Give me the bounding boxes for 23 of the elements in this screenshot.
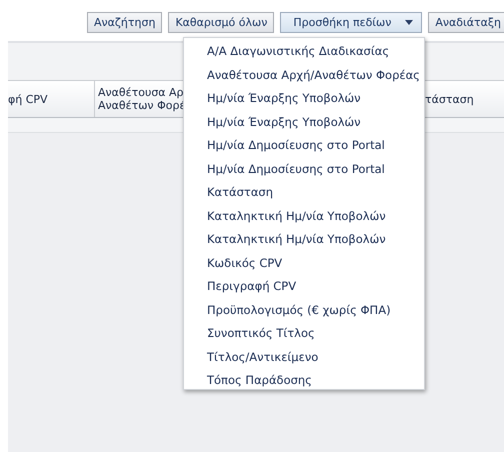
menu-item[interactable]: Ημ/νία Έναρξης Υποβολών [184, 112, 424, 135]
menu-item[interactable]: Περιγραφή CPV [184, 276, 424, 300]
menu-item[interactable]: Ημ/νία Δημοσίευσης στο Portal [184, 158, 424, 182]
column-header: φή CPV [8, 81, 95, 117]
menu-item[interactable]: Αναθέτουσα Αρχή/Αναθέτων Φορέας [184, 64, 424, 88]
caret-icon [405, 20, 414, 25]
toolbar-button[interactable]: Αναδιάταξη [428, 12, 504, 33]
column-header: Αναθέτουσα Αρ Αναθέτων Φορέ [97, 85, 183, 114]
menu-item[interactable]: Ημ/νία Δημοσίευσης στο Portal [184, 135, 424, 158]
menu-item[interactable]: Καταληκτική Ημ/νία Υποβολών [184, 229, 424, 252]
menu-item[interactable]: Κατάσταση [184, 182, 424, 206]
toolbar-button[interactable]: Καθαρισμό όλων [168, 12, 274, 33]
menu-item[interactable]: Ημ/νία Έναρξης Υποβολών [184, 88, 424, 112]
dropdown-button[interactable]: Προσθήκη πεδίων [280, 12, 422, 33]
menu-item[interactable]: Προϋπολογισμός (€ χωρίς ΦΠΑ) [184, 300, 424, 323]
toolbar-button[interactable]: Αναζήτηση [87, 12, 162, 33]
menu-item[interactable]: Καταληκτική Ημ/νία Υποβολών [184, 206, 424, 229]
menu-item[interactable]: Τόπος Παράδοσης [184, 370, 424, 394]
menu-item[interactable]: Α/Α Διαγωνιστικής Διαδικασίας [184, 41, 424, 64]
menu-item[interactable]: Συνοπτικός Τίτλος [184, 323, 424, 346]
column-header: τάσταση [425, 92, 475, 108]
menu-item[interactable]: Κωδικός CPV [184, 252, 424, 276]
menu-item[interactable]: Τίτλος/Αντικείμενο [184, 346, 424, 370]
